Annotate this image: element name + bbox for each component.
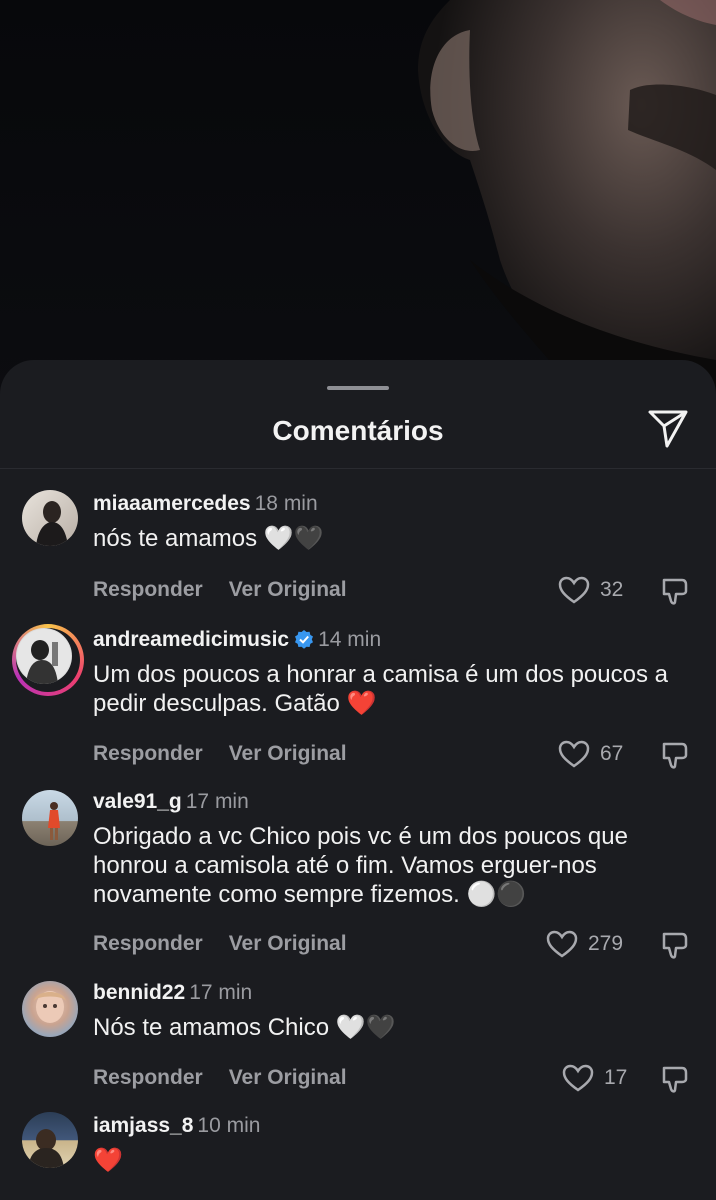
avatar[interactable] [22,981,78,1037]
comment-time: 14 min [318,628,382,651]
see-original-button[interactable]: Ver Original [229,742,347,765]
reply-button[interactable]: Responder [93,932,203,955]
comment-emoji: 🤍🖤 [263,525,324,552]
heart-icon [546,930,578,958]
like-button[interactable]: 32 [558,576,623,604]
heart-icon [558,576,590,604]
see-original-button[interactable]: Ver Original [229,578,347,601]
comment-text: Nós te amamos Chico [93,1014,330,1041]
dislike-icon[interactable] [660,740,688,775]
comment-time: 10 min [197,1114,261,1137]
comment-username[interactable]: iamjass_8 [93,1114,193,1137]
avatar[interactable] [22,490,78,546]
comment-username[interactable]: vale91_g [93,790,182,813]
comment-text: Um dos poucos a honrar a camisa é um dos… [93,661,668,717]
sheet-title: Comentários [272,415,444,446]
post-photo [0,0,716,420]
like-button[interactable]: 279 [546,930,623,958]
verified-badge-icon [294,629,314,655]
comment-time: 18 min [254,492,318,515]
comment-text: Obrigado a vc Chico pois vc é um dos pou… [93,823,628,908]
comment-username[interactable]: andreamedicimusic [93,628,289,651]
comment-text: nós te amamos [93,525,258,552]
header-divider [0,468,716,469]
comment-emoji: ❤️ [346,690,377,717]
share-icon[interactable] [646,406,690,450]
see-original-button[interactable]: Ver Original [229,1066,347,1089]
heart-icon [558,740,590,768]
reply-button[interactable]: Responder [93,1066,203,1089]
avatar[interactable] [22,790,78,846]
comment-username[interactable]: bennid22 [93,981,185,1004]
like-button[interactable]: 67 [558,740,623,768]
like-count: 32 [600,578,624,601]
comment-emoji: 🤍🖤 [335,1014,396,1041]
reply-button[interactable]: Responder [93,578,203,601]
sheet-drag-handle[interactable] [327,386,389,390]
dislike-icon[interactable] [660,1064,688,1099]
like-count: 279 [588,932,624,955]
comment-emoji: ⚪⚫ [466,881,527,908]
like-count: 67 [600,742,624,765]
comment-emoji: ❤️ [93,1147,123,1174]
reply-button[interactable]: Responder [93,742,203,765]
dislike-icon[interactable] [660,930,688,965]
comment-time: 17 min [185,790,249,813]
comment-username[interactable]: miaaamercedes [93,492,251,515]
avatar-story-ring[interactable] [12,624,84,696]
avatar[interactable] [22,1112,78,1168]
heart-icon [562,1064,594,1092]
see-original-button[interactable]: Ver Original [229,932,347,955]
comment-time: 17 min [189,981,253,1004]
like-button[interactable]: 17 [562,1064,627,1092]
like-count: 17 [604,1066,628,1089]
dislike-icon[interactable] [660,576,688,611]
